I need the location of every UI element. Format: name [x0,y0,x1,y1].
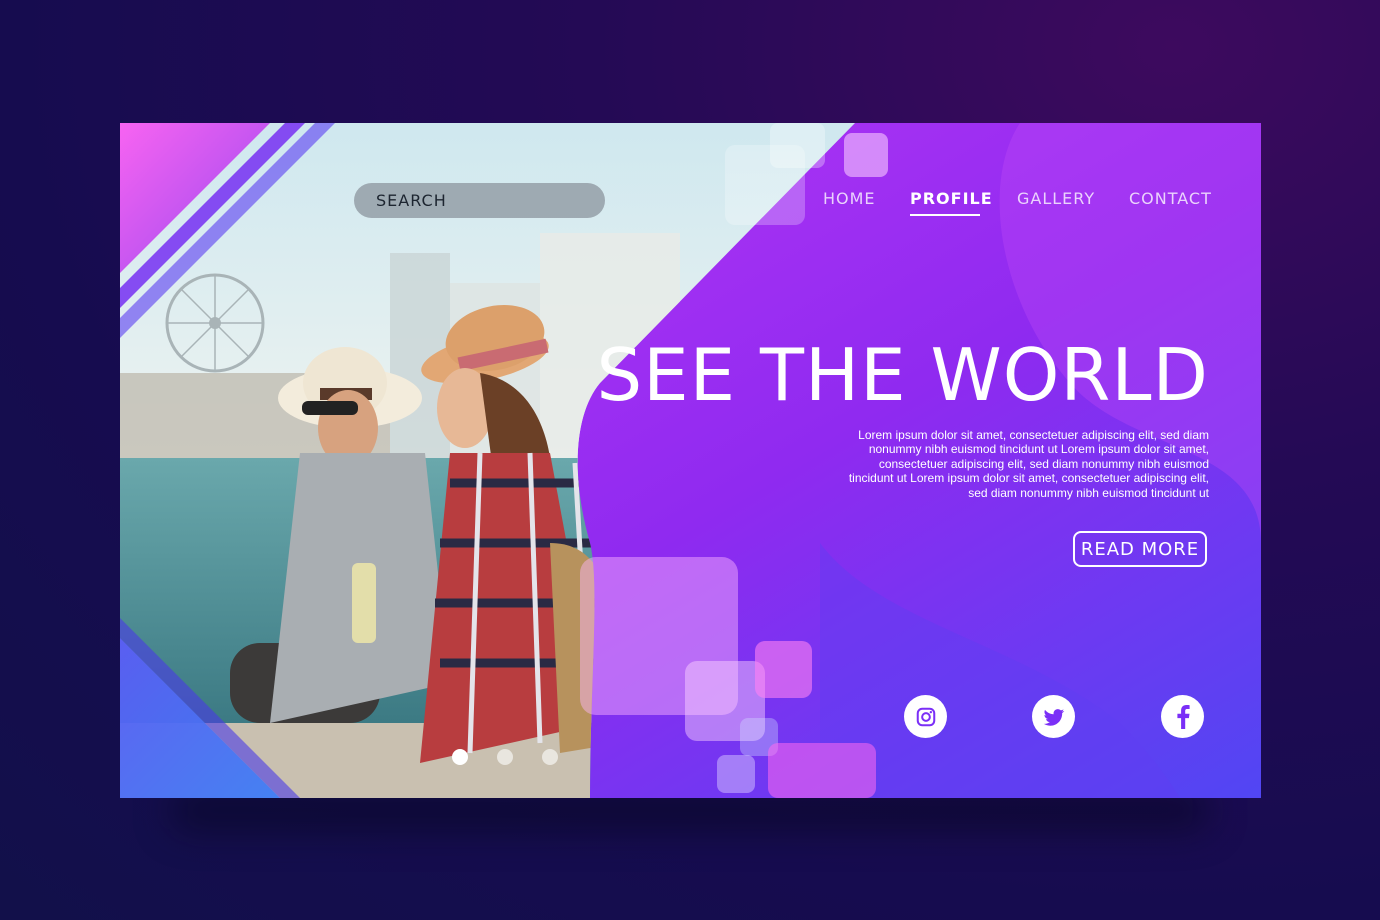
facebook-icon [1176,704,1190,729]
nav-item-profile[interactable]: PROFILE [910,189,993,208]
twitter-button[interactable] [1032,695,1075,738]
nav-item-contact[interactable]: CONTACT [1129,189,1212,208]
twitter-icon [1043,708,1064,726]
facebook-button[interactable] [1161,695,1204,738]
carousel-dot-3[interactable] [542,749,558,765]
search-input[interactable]: SEARCH [354,183,605,218]
carousel-dot-2[interactable] [497,749,513,765]
hero-body-text: Lorem ipsum dolor sit amet, consectetuer… [848,428,1209,500]
nav-active-underline [910,214,980,216]
nav-item-home[interactable]: HOME [823,189,876,208]
hero-headline: SEE THE WORLD [596,333,1209,417]
carousel-dot-1[interactable] [452,749,468,765]
instagram-button[interactable] [904,695,947,738]
nav-item-gallery[interactable]: GALLERY [1017,189,1095,208]
read-more-button[interactable]: READ MORE [1073,531,1207,567]
landing-card: SEARCH HOME PROFILE GALLERY CONTACT SEE … [120,123,1261,798]
instagram-icon [916,707,935,726]
